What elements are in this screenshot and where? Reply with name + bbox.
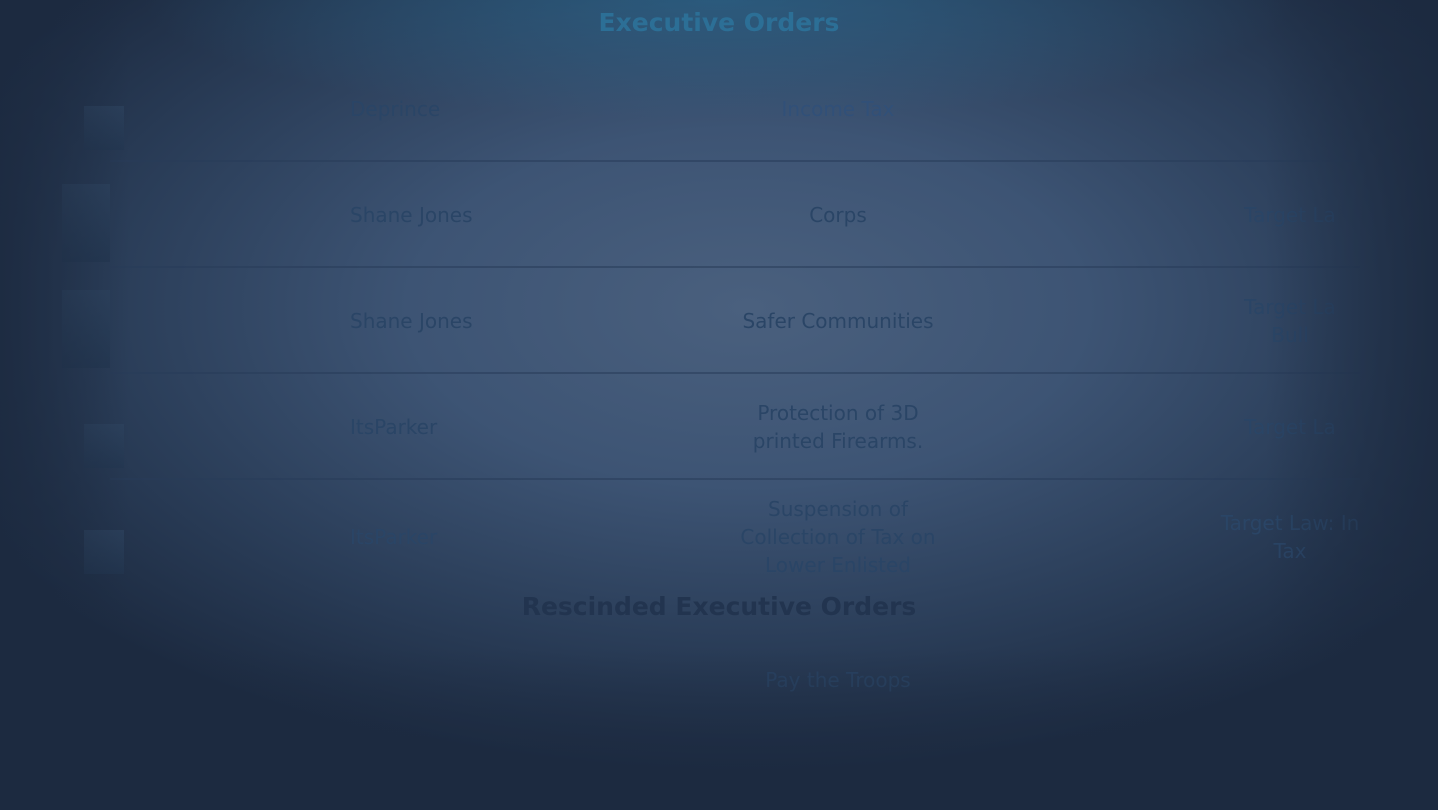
order-row[interactable]: Deprince Income Tax	[0, 56, 1438, 162]
order-row[interactable]: Shane Jones Safer Communities Target La …	[0, 268, 1438, 374]
order-author: Shane Jones	[350, 309, 473, 333]
executive-orders-page: Executive Orders Deprince Income Tax Sha…	[0, 0, 1438, 810]
order-author: ItsParker	[350, 525, 438, 549]
author-avatar	[62, 184, 110, 262]
order-type: Target La	[1244, 203, 1336, 227]
order-title: Corps	[809, 203, 867, 227]
order-title: Protection of 3D printed Firearms.	[752, 401, 924, 453]
order-author: Deprince	[350, 97, 441, 121]
executive-orders-heading: Executive Orders	[598, 8, 840, 37]
order-type: Target Law: In Tax	[1220, 511, 1360, 563]
rescinded-order-row[interactable]: Pay the Troops	[0, 650, 1438, 710]
order-author: ItsParker	[350, 415, 438, 439]
author-avatar	[84, 530, 124, 574]
order-row[interactable]: Shane Jones Corps Target La	[0, 162, 1438, 268]
author-avatar	[84, 424, 124, 468]
rescinded-orders-heading: Rescinded Executive Orders	[521, 592, 917, 621]
rescinded-order-title: Pay the Troops	[765, 668, 911, 692]
order-type: Target La	[1244, 415, 1336, 439]
executive-orders-list: Deprince Income Tax Shane Jones Corps Ta…	[0, 56, 1438, 594]
author-avatar	[84, 106, 124, 150]
order-title: Safer Communities	[742, 309, 934, 333]
order-title: Income Tax	[781, 97, 895, 121]
order-type: Target La Bull	[1244, 295, 1336, 347]
order-row[interactable]: ItsParker Protection of 3D printed Firea…	[0, 374, 1438, 480]
order-row[interactable]: ItsParker Suspension of Collection of Ta…	[0, 480, 1438, 594]
order-title: Suspension of Collection of Tax on Lower…	[740, 497, 936, 577]
order-author: Shane Jones	[350, 203, 473, 227]
author-avatar	[62, 290, 110, 368]
